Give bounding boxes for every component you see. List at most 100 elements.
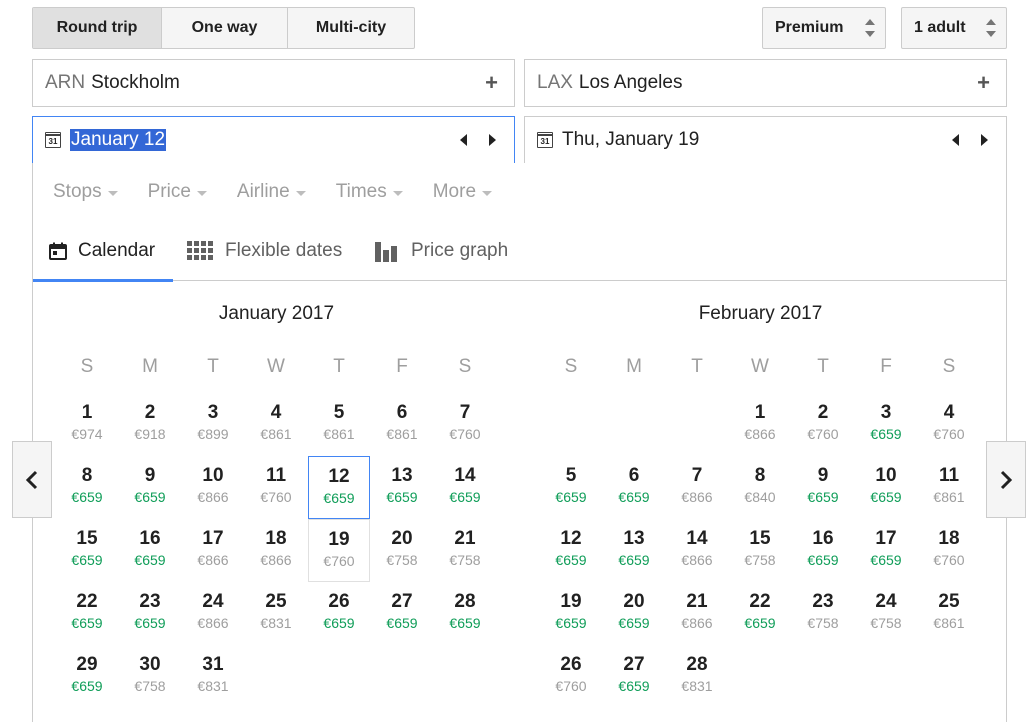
destination-field[interactable]: LAX Los Angeles + bbox=[524, 59, 1007, 107]
calendar-day[interactable]: 8 €840 bbox=[729, 456, 791, 519]
calendar-day[interactable]: 5 €861 bbox=[308, 393, 370, 456]
calendar-day[interactable]: 25 €861 bbox=[918, 582, 980, 645]
calendar-day[interactable]: 23 €758 bbox=[792, 582, 854, 645]
calendar-day[interactable]: 15 €758 bbox=[729, 519, 791, 582]
calendar-day[interactable]: 3 €899 bbox=[182, 393, 244, 456]
calendar-day[interactable]: 16 €659 bbox=[792, 519, 854, 582]
prev-month-button[interactable] bbox=[12, 441, 52, 518]
calendar-day[interactable]: 1 €866 bbox=[729, 393, 791, 456]
tab-calendar[interactable]: Calendar bbox=[33, 221, 173, 282]
calendar-day[interactable]: 5 €659 bbox=[540, 456, 602, 519]
day-price: €758 bbox=[134, 678, 166, 694]
calendar-day[interactable]: 17 €866 bbox=[182, 519, 244, 582]
calendar-day[interactable]: 21 €758 bbox=[434, 519, 496, 582]
calendar-day[interactable]: 24 €866 bbox=[182, 582, 244, 645]
calendar-day[interactable]: 23 €659 bbox=[119, 582, 181, 645]
prev-day-arrow-icon[interactable] bbox=[952, 134, 959, 146]
tab-price-graph[interactable]: Price graph bbox=[375, 221, 508, 281]
filter-airline[interactable]: Airline bbox=[237, 181, 306, 203]
calendar-day[interactable]: 4 €861 bbox=[245, 393, 307, 456]
calendar-day[interactable]: 30 €758 bbox=[119, 645, 181, 708]
calendar-day[interactable]: 26 €760 bbox=[540, 645, 602, 708]
depart-date-field[interactable]: 31 January 12 bbox=[32, 116, 515, 164]
tab-flexible-dates[interactable]: Flexible dates bbox=[187, 221, 342, 281]
calendar-day[interactable]: 14 €866 bbox=[666, 519, 728, 582]
calendar-day[interactable]: 28 €831 bbox=[666, 645, 728, 708]
calendar-day[interactable]: 8 €659 bbox=[56, 456, 118, 519]
calendar-day[interactable]: 25 €831 bbox=[245, 582, 307, 645]
round-trip-button[interactable]: Round trip bbox=[33, 8, 162, 48]
add-origin-plus-icon[interactable]: + bbox=[485, 70, 498, 96]
day-price: €861 bbox=[386, 426, 418, 442]
calendar-day[interactable]: 19 €659 bbox=[540, 582, 602, 645]
next-day-arrow-icon[interactable] bbox=[489, 134, 496, 146]
calendar-day[interactable]: 22 €659 bbox=[56, 582, 118, 645]
calendar-day[interactable]: 10 €866 bbox=[182, 456, 244, 519]
calendar-day[interactable]: 26 €659 bbox=[308, 582, 370, 645]
calendar-day[interactable]: 28 €659 bbox=[434, 582, 496, 645]
calendar-day[interactable]: 17 €659 bbox=[855, 519, 917, 582]
tab-label: Flexible dates bbox=[225, 240, 343, 261]
filter-label: Stops bbox=[53, 181, 102, 202]
calendar-day[interactable]: 20 €758 bbox=[371, 519, 433, 582]
cabin-class-select[interactable]: Premium bbox=[762, 7, 886, 49]
calendar-day[interactable]: 7 €760 bbox=[434, 393, 496, 456]
calendar-day[interactable]: 15 €659 bbox=[56, 519, 118, 582]
calendar-day[interactable]: 11 €760 bbox=[245, 456, 307, 519]
calendar-day[interactable]: 21 €866 bbox=[666, 582, 728, 645]
day-price: €831 bbox=[681, 678, 713, 694]
filter-stops[interactable]: Stops bbox=[53, 181, 118, 203]
calendar-day[interactable]: 3 €659 bbox=[855, 393, 917, 456]
multi-city-button[interactable]: Multi-city bbox=[288, 8, 414, 48]
calendar-day[interactable]: 13 €659 bbox=[371, 456, 433, 519]
filter-times[interactable]: Times bbox=[336, 181, 403, 203]
day-number: 18 bbox=[938, 528, 960, 549]
depart-date-value: January 12 bbox=[70, 129, 167, 151]
calendar-day[interactable]: 31 €831 bbox=[182, 645, 244, 708]
calendar-day[interactable]: 12 €659 bbox=[540, 519, 602, 582]
calendar-day[interactable]: 6 €659 bbox=[603, 456, 665, 519]
calendar-day[interactable]: 6 €861 bbox=[371, 393, 433, 456]
calendar-day[interactable]: 10 €659 bbox=[855, 456, 917, 519]
calendar-day[interactable]: 4 €760 bbox=[918, 393, 980, 456]
next-month-button[interactable] bbox=[986, 441, 1026, 518]
calendar-day[interactable]: 1 €974 bbox=[56, 393, 118, 456]
calendar-day[interactable]: 7 €866 bbox=[666, 456, 728, 519]
filter-more[interactable]: More bbox=[433, 181, 493, 203]
calendar-day[interactable]: 12 €659 bbox=[308, 456, 370, 519]
calendar-day[interactable]: 29 €659 bbox=[56, 645, 118, 708]
calendar-day[interactable]: 14 €659 bbox=[434, 456, 496, 519]
day-number: 14 bbox=[686, 528, 708, 549]
tab-label: Price graph bbox=[411, 240, 509, 261]
calendar-day[interactable]: 18 €760 bbox=[918, 519, 980, 582]
calendar-day[interactable]: 11 €861 bbox=[918, 456, 980, 519]
calendar-day[interactable]: 9 €659 bbox=[792, 456, 854, 519]
origin-field[interactable]: ARN Stockholm + bbox=[32, 59, 515, 107]
calendar-day[interactable]: 27 €659 bbox=[371, 582, 433, 645]
passengers-select[interactable]: 1 adult bbox=[901, 7, 1007, 49]
next-day-arrow-icon[interactable] bbox=[981, 134, 988, 146]
calendar-day[interactable]: 2 €760 bbox=[792, 393, 854, 456]
prev-day-arrow-icon[interactable] bbox=[460, 134, 467, 146]
day-number: 23 bbox=[139, 591, 161, 612]
weekday-label: M bbox=[142, 356, 158, 377]
calendar-day[interactable]: 19 €760 bbox=[308, 519, 370, 582]
one-way-button[interactable]: One way bbox=[162, 8, 288, 48]
calendar-day[interactable]: 24 €758 bbox=[855, 582, 917, 645]
calendar-day[interactable]: 9 €659 bbox=[119, 456, 181, 519]
calendar-day[interactable]: 20 €659 bbox=[603, 582, 665, 645]
day-price: €659 bbox=[618, 615, 650, 631]
return-date-field[interactable]: 31 Thu, January 19 bbox=[524, 116, 1007, 164]
add-destination-plus-icon[interactable]: + bbox=[977, 70, 990, 96]
day-price: €760 bbox=[807, 426, 839, 442]
calendar-day[interactable]: 22 €659 bbox=[729, 582, 791, 645]
calendar-day[interactable]: 2 €918 bbox=[119, 393, 181, 456]
filter-price[interactable]: Price bbox=[148, 181, 207, 203]
calendar-day[interactable]: 13 €659 bbox=[603, 519, 665, 582]
day-price: €760 bbox=[449, 426, 481, 442]
origin-city: Stockholm bbox=[91, 72, 180, 93]
day-number: 9 bbox=[144, 465, 156, 486]
calendar-day[interactable]: 27 €659 bbox=[603, 645, 665, 708]
calendar-day[interactable]: 18 €866 bbox=[245, 519, 307, 582]
calendar-day[interactable]: 16 €659 bbox=[119, 519, 181, 582]
